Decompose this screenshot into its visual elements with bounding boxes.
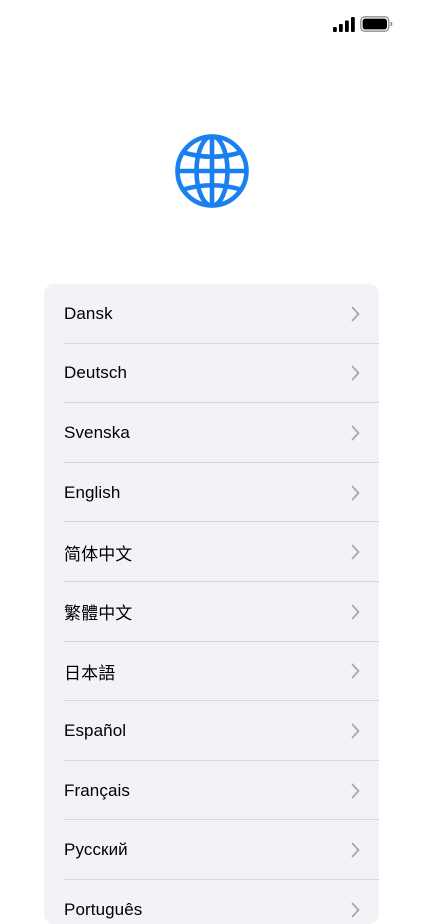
language-item-dansk[interactable]: Dansk xyxy=(44,284,379,344)
status-bar xyxy=(0,0,423,50)
chevron-right-icon xyxy=(351,902,360,918)
cellular-signal-icon xyxy=(333,17,355,32)
chevron-right-icon xyxy=(351,842,360,858)
chevron-right-icon xyxy=(351,306,360,322)
language-item-portugues[interactable]: Português xyxy=(44,880,379,924)
chevron-right-icon xyxy=(351,365,360,381)
language-label: Dansk xyxy=(64,303,113,323)
chevron-right-icon xyxy=(351,663,360,679)
language-label: English xyxy=(64,482,121,502)
language-label: 简体中文 xyxy=(64,544,133,564)
chevron-right-icon xyxy=(351,544,360,560)
chevron-right-icon xyxy=(351,783,360,798)
language-item-russian[interactable]: Русский xyxy=(44,820,379,880)
globe-icon xyxy=(175,134,249,208)
chevron-right-icon xyxy=(351,723,360,739)
language-label: Español xyxy=(64,720,127,740)
language-label: 日本語 xyxy=(64,663,116,683)
language-item-japanese[interactable]: 日本語 xyxy=(44,642,379,702)
language-item-deutsch[interactable]: Deutsch xyxy=(44,344,379,404)
language-label: Português xyxy=(64,899,143,919)
language-item-francais[interactable]: Français xyxy=(44,761,379,821)
language-label: Русский xyxy=(64,840,128,860)
language-list: Dansk Deutsch Svenska English 简体中文 繁體中文 … xyxy=(44,284,379,924)
language-item-english[interactable]: English xyxy=(44,463,379,523)
language-item-traditional-chinese[interactable]: 繁體中文 xyxy=(44,582,379,642)
language-label: Deutsch xyxy=(64,363,128,383)
language-label: 繁體中文 xyxy=(64,604,133,624)
language-label: Français xyxy=(64,780,130,800)
chevron-right-icon xyxy=(351,485,360,500)
language-item-espanol[interactable]: Español xyxy=(44,701,379,761)
chevron-right-icon xyxy=(351,425,360,441)
chevron-right-icon xyxy=(351,604,360,620)
language-item-svenska[interactable]: Svenska xyxy=(44,403,379,463)
language-label: Svenska xyxy=(64,422,130,442)
battery-icon xyxy=(360,16,393,32)
language-item-simplified-chinese[interactable]: 简体中文 xyxy=(44,522,379,582)
